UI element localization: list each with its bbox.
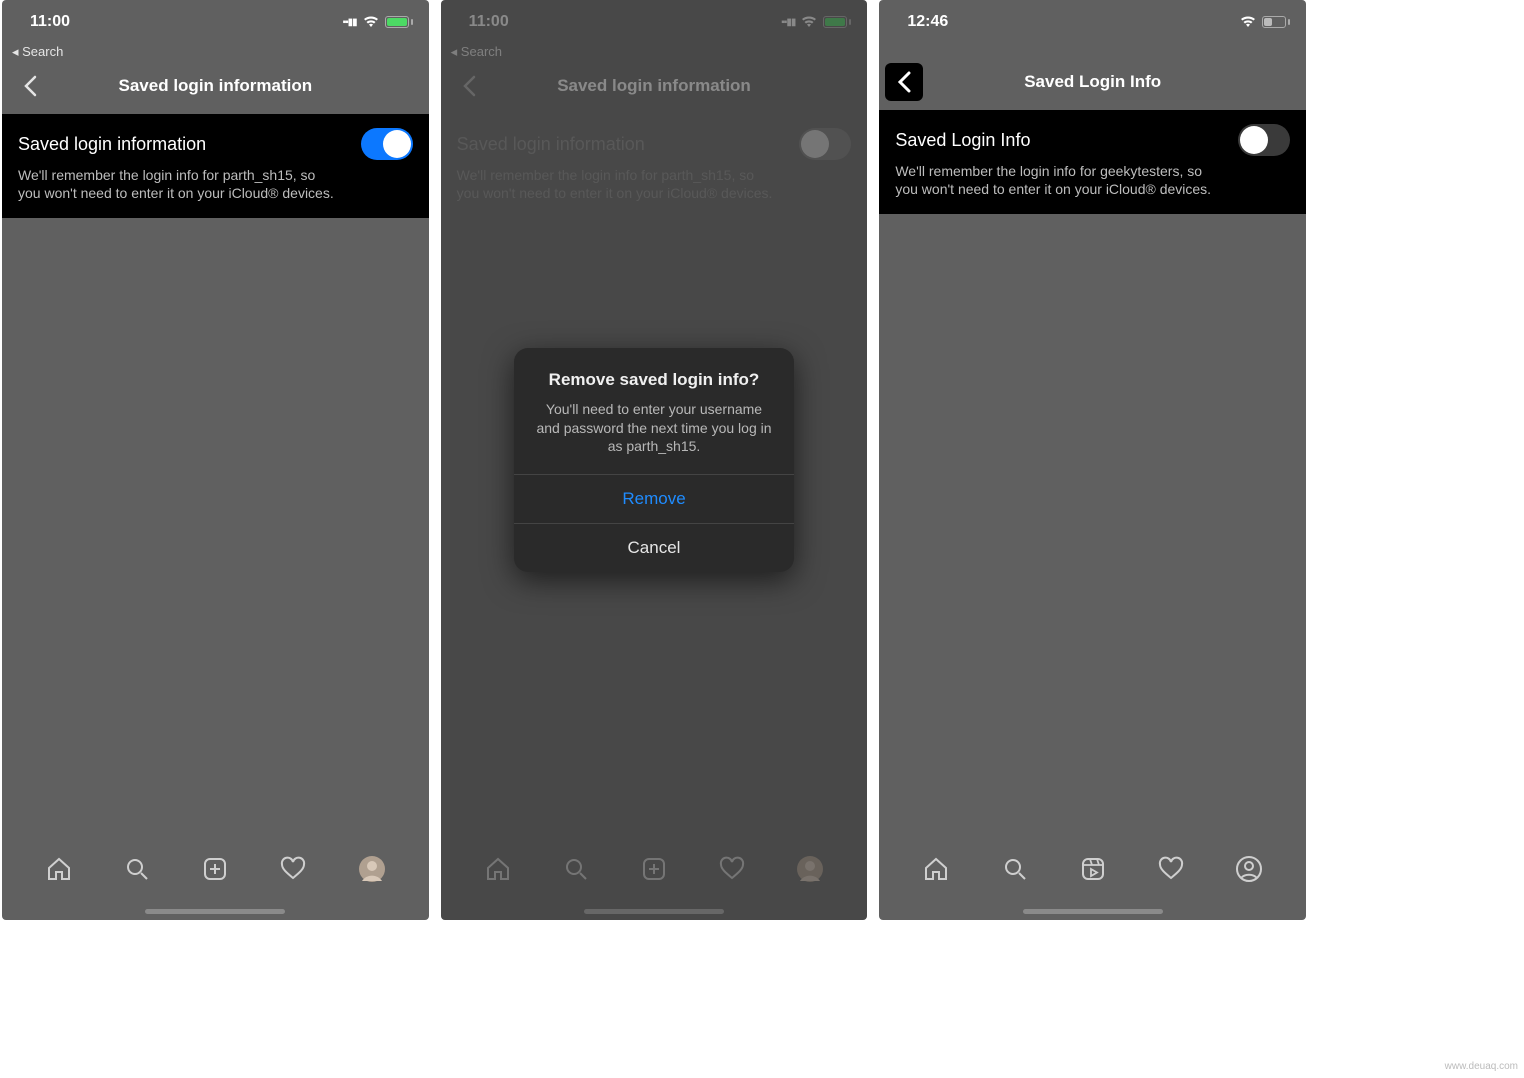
home-icon[interactable] xyxy=(45,855,73,883)
status-bar: 11:00 ▪▪▮▮ xyxy=(2,0,429,44)
clock: 11:00 xyxy=(30,13,70,31)
saved-login-card: Saved login information We'll remember t… xyxy=(2,114,429,218)
bottom-nav xyxy=(879,840,1306,920)
saved-login-toggle[interactable] xyxy=(1238,124,1290,156)
bottom-nav xyxy=(2,840,429,920)
saved-login-card: Saved Login Info We'll remember the logi… xyxy=(879,110,1306,214)
screen-1: 11:00 ▪▪▮▮ ◂ Search Saved login informat… xyxy=(2,0,429,920)
activity-heart-icon[interactable] xyxy=(279,855,307,883)
home-indicator[interactable] xyxy=(145,909,285,914)
page-header: Saved Login Info xyxy=(879,60,1306,104)
status-bar: 12:46 xyxy=(879,0,1306,44)
status-icons xyxy=(1240,16,1290,28)
page-title: Saved Login Info xyxy=(1024,72,1161,92)
remove-button[interactable]: Remove xyxy=(514,474,794,523)
setting-description: We'll remember the login info for parth_… xyxy=(18,166,338,202)
profile-avatar-icon[interactable] xyxy=(358,855,386,883)
wifi-icon xyxy=(363,16,379,28)
confirm-remove-modal: Remove saved login info? You'll need to … xyxy=(514,348,794,573)
clock: 12:46 xyxy=(907,13,948,31)
cell-signal-icon: ▪▪▮▮ xyxy=(343,17,357,28)
battery-charging-icon xyxy=(385,16,413,28)
setting-title: Saved Login Info xyxy=(895,130,1030,151)
home-icon[interactable] xyxy=(922,855,950,883)
wifi-icon xyxy=(1240,16,1256,28)
cancel-button[interactable]: Cancel xyxy=(514,523,794,572)
back-to-search[interactable]: ◂ Search xyxy=(2,44,429,64)
profile-icon[interactable] xyxy=(1235,855,1263,883)
source-watermark: www.deuaq.com xyxy=(1445,1061,1518,1072)
setting-description: We'll remember the login info for geekyt… xyxy=(895,162,1215,198)
new-post-icon[interactable] xyxy=(201,855,229,883)
battery-icon xyxy=(1262,16,1290,28)
screen-3: 12:46 Saved Login Info Saved Login Info xyxy=(879,0,1306,920)
home-indicator[interactable] xyxy=(1023,909,1163,914)
activity-heart-icon[interactable] xyxy=(1157,855,1185,883)
back-chevron-icon[interactable] xyxy=(885,63,923,101)
screen-2: 11:00 ▪▪▮▮ ◂ Search Saved login informat… xyxy=(441,0,868,920)
page-header: Saved login information xyxy=(2,64,429,108)
saved-login-toggle[interactable] xyxy=(361,128,413,160)
modal-backdrop[interactable]: Remove saved login info? You'll need to … xyxy=(441,0,868,920)
setting-title: Saved login information xyxy=(18,134,206,155)
search-icon[interactable] xyxy=(1001,855,1029,883)
status-icons: ▪▪▮▮ xyxy=(343,16,413,28)
page-title: Saved login information xyxy=(119,76,313,96)
modal-title: Remove saved login info? xyxy=(514,348,794,400)
search-icon[interactable] xyxy=(123,855,151,883)
modal-body: You'll need to enter your username and p… xyxy=(514,400,794,475)
back-chevron-icon[interactable] xyxy=(16,72,44,100)
reels-icon[interactable] xyxy=(1079,855,1107,883)
